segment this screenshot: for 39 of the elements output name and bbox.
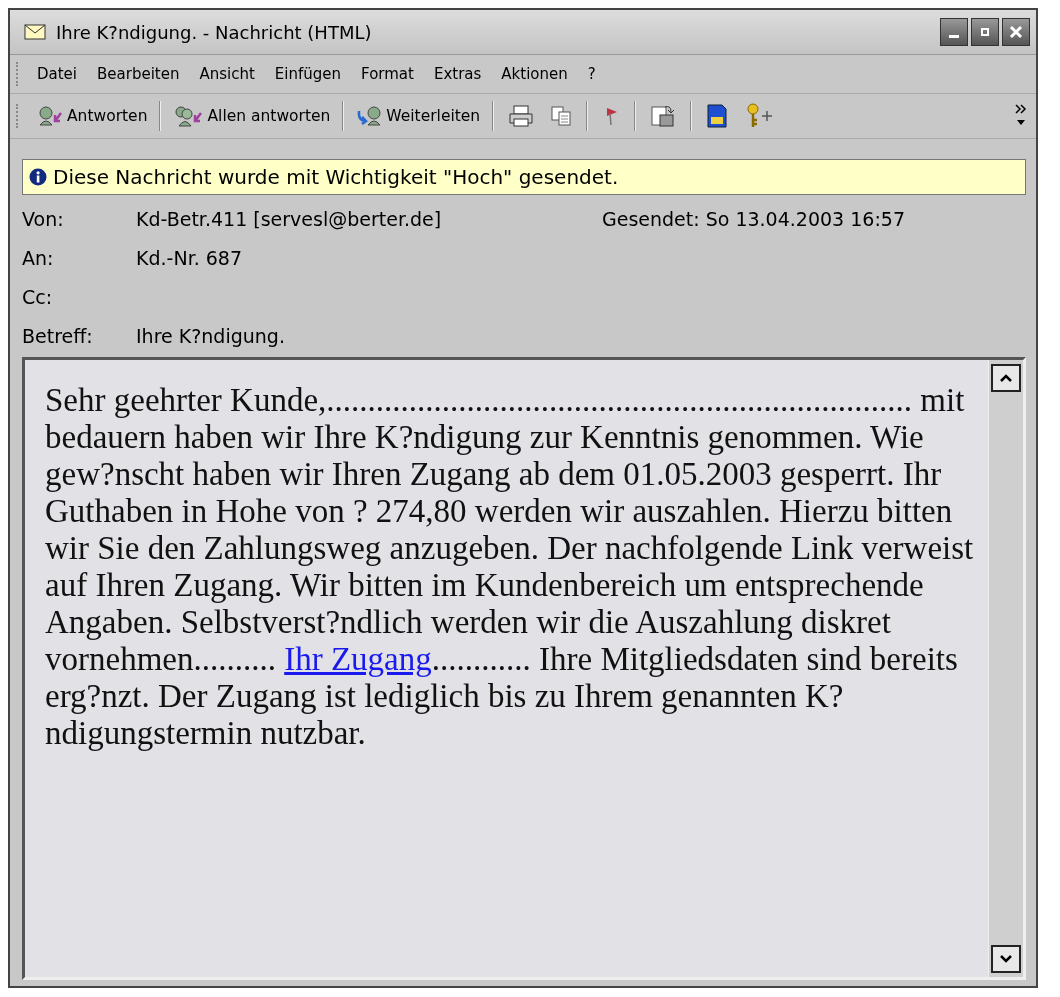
info-text: Diese Nachricht wurde mit Wichtigkeit "Hoch" gesendet.: [53, 165, 619, 189]
toolbar-button[interactable]: Antworten: [33, 103, 152, 129]
close-icon: [1009, 25, 1023, 39]
menu-item[interactable]: ?: [579, 65, 604, 83]
header-label: Cc:: [22, 285, 54, 308]
header-value: Kd.-Nr. 687: [136, 246, 244, 269]
toolbar-button[interactable]: Allen antworten: [169, 103, 335, 129]
header-label: An:: [22, 246, 55, 269]
menu-item[interactable]: Bearbeiten: [89, 65, 188, 83]
minimize-button[interactable]: [940, 18, 968, 46]
menu-item[interactable]: Aktionen: [493, 65, 576, 83]
window-title: Ihre K?ndigung. - Nachricht (HTML): [56, 21, 372, 43]
maximize-button[interactable]: [971, 18, 999, 46]
header-value: Ihre K?ndigung.: [136, 324, 286, 347]
person-arrow-icon: [37, 105, 63, 127]
close-button[interactable]: [1002, 18, 1030, 46]
scroll-up-button[interactable]: [991, 364, 1021, 392]
header-value: Kd-Betr.411 [servesl@berter.de]: [136, 207, 443, 230]
scrollbar[interactable]: [988, 360, 1023, 977]
scroll-down-button[interactable]: [991, 945, 1021, 973]
menu-item[interactable]: Extras: [425, 65, 490, 83]
minimize-icon: [949, 34, 959, 38]
sent-date: Gesendet: So 13.04.2003 16:57: [602, 207, 905, 230]
arrow-person-icon: [356, 105, 383, 127]
menu-item[interactable]: Ansicht: [191, 65, 263, 83]
header-label: Von:: [22, 207, 65, 230]
caret-up-icon: [999, 373, 1013, 383]
people-arrow-icon: [173, 105, 204, 127]
message-text: Sehr geehrter Kunde,....................................................................... mit bedauern haben wir Ihre K?ndigung zur Kenntnis genommen. Wie gew?nscht haben wir Ihren Zugang ab dem 01.05.2003 gesperrt. Ihr Guthaben in Hohe von ? 274,80 werden wir auszahlen. Hierzu bitten wir Sie den Zahlungsweg anzugeben. Der nachfolgende Link verweist auf Ihren Zugang. Wir bitten im Kundenbereich um entsprechende Angaben. Selbstverst?ndlich werden wir die Auszahlung diskret vornehmen.......... Ihr Zugang............ Ihre Mitgliedsdaten sind bereits erg?nzt. Der Zugang ist lediglich bis zu Ihrem genannten K?ndigungstermin nutzbar.: [44, 381, 975, 753]
link[interactable]: Ihr Zugang: [284, 641, 432, 677]
menu-item[interactable]: Format: [353, 65, 422, 83]
caret-down-icon: [999, 954, 1013, 964]
toolbar-button[interactable]: Weiterleiten: [352, 103, 485, 129]
header-label: Betreff:: [22, 324, 94, 347]
menu-item[interactable]: Datei: [29, 65, 86, 83]
maximize-icon: [978, 25, 992, 39]
menu-item[interactable]: Einfügen: [266, 65, 350, 83]
info-icon: [29, 168, 47, 186]
envelope-icon: [24, 24, 46, 40]
